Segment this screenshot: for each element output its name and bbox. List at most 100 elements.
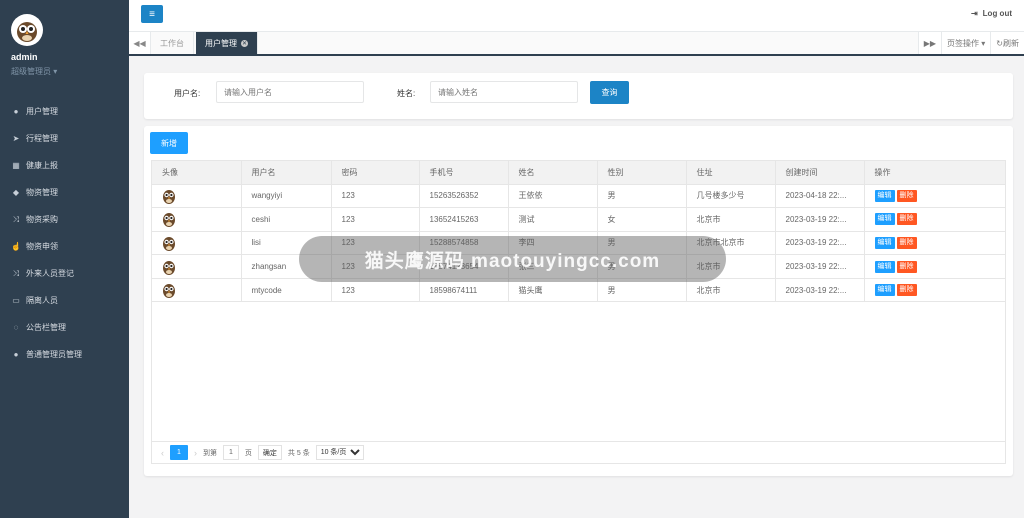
sidebar-item-notice[interactable]: ◌ 公告栏管理 xyxy=(0,314,129,341)
caret-down-icon: ▾ xyxy=(981,38,986,48)
logout-icon: ⇥ xyxy=(970,9,978,18)
close-icon[interactable]: ✕ xyxy=(241,39,248,47)
cell-password: 123 xyxy=(331,207,420,232)
delete-button[interactable]: 删除 xyxy=(896,213,917,226)
column-header: 性别 xyxy=(597,161,687,185)
tabs-scroll-left-button[interactable]: ◀◀ xyxy=(129,32,151,54)
sidebar-item-purchase[interactable]: ⤨ 物资采购 xyxy=(0,206,129,233)
current-page[interactable]: 1 xyxy=(170,445,188,460)
caret-down-icon: ▾ xyxy=(53,67,58,76)
tab-workbench[interactable]: 工作台 xyxy=(151,32,194,54)
sidebar-item-label: 行程管理 xyxy=(26,134,58,143)
refresh-button[interactable]: ↻ 刷新 xyxy=(990,32,1024,54)
edit-button[interactable]: 编辑 xyxy=(874,213,895,226)
sidebar-item-visitor[interactable]: ⤨ 外来人员登记 xyxy=(0,260,129,287)
page-size-select[interactable]: 10 条/页 xyxy=(315,445,364,460)
column-header: 姓名 xyxy=(508,161,598,185)
owl-avatar-icon xyxy=(163,189,175,204)
send-icon: ➤ xyxy=(12,134,20,143)
refresh-label: 刷新 xyxy=(1003,38,1019,48)
card-icon: ▭ xyxy=(12,296,20,305)
edit-button[interactable]: 编辑 xyxy=(874,189,895,202)
sidebar-item-label: 用户管理 xyxy=(26,107,58,116)
username-input[interactable] xyxy=(216,81,364,103)
top-header: ≡ ⇥ Log out xyxy=(129,0,1024,32)
tabs-scroll-right-button[interactable]: ▶▶ xyxy=(917,32,942,54)
logout-button[interactable]: ⇥ Log out xyxy=(971,9,1012,18)
sidebar-item-health[interactable]: ▦ 健康上报 xyxy=(0,152,129,179)
search-panel: 用户名: 姓名: 查询 xyxy=(144,73,1013,119)
sidebar-item-label: 公告栏管理 xyxy=(26,323,66,332)
avatar-cell xyxy=(152,207,242,232)
cell-created: 2023-04-18 22:... xyxy=(775,184,865,209)
sidebar-item-isolation[interactable]: ▭ 隔离人员 xyxy=(0,287,129,314)
sidebar-item-supplies[interactable]: ◆ 物资管理 xyxy=(0,179,129,206)
admin-role-label: 超级管理员 xyxy=(11,67,51,76)
column-header: 操作 xyxy=(864,161,1005,185)
admin-name: admin xyxy=(11,52,38,62)
edit-button[interactable]: 编辑 xyxy=(874,260,895,273)
admin-role-dropdown[interactable]: 超级管理员 ▾ xyxy=(11,66,129,77)
sidebar-item-label: 普通管理员管理 xyxy=(26,350,82,359)
chat-icon: ◌ xyxy=(13,323,19,332)
actions-cell: 编辑 删除 xyxy=(864,207,1005,232)
edit-button[interactable]: 编辑 xyxy=(874,236,895,249)
sidebar-item-label: 物资管理 xyxy=(26,188,58,197)
prev-page-button[interactable]: ‹ xyxy=(161,448,164,458)
sidebar-item-admins[interactable]: ● 普通管理员管理 xyxy=(0,341,129,368)
cell-address: 北京市 xyxy=(686,207,776,232)
table-row: wangyiyi 123 15263526352 王依依男几号楼多少号 2023-04-… xyxy=(152,184,1005,209)
actions-cell: 编辑 删除 xyxy=(864,184,1005,209)
avatar[interactable] xyxy=(11,14,43,46)
profile: admin 超级管理员 ▾ xyxy=(0,0,129,96)
user-icon: ● xyxy=(13,350,19,359)
sidebar-item-label: 隔离人员 xyxy=(26,296,58,305)
cell-username: mtycode xyxy=(241,278,332,303)
cell-created: 2023-03-19 22:... xyxy=(775,231,865,256)
watermark-overlay: 猫头鹰源码 maotouyingcc.com xyxy=(299,236,726,282)
menu-toggle-button[interactable]: ≡ xyxy=(141,5,163,23)
column-header: 住址 xyxy=(686,161,776,185)
cell-created: 2023-03-19 22:... xyxy=(775,254,865,279)
cell-gender: 男 xyxy=(597,184,687,209)
delete-button[interactable]: 删除 xyxy=(896,284,917,297)
user-table: 头像 用户名 密码 手机号 姓名 性别 住址 创建时间 操作 wangyiyi 1… xyxy=(151,160,1006,442)
column-header: 用户名 xyxy=(241,161,332,185)
delete-button[interactable]: 删除 xyxy=(896,236,917,249)
cell-name: 测试 xyxy=(508,207,598,232)
avatar-cell xyxy=(152,254,242,279)
avatar-cell xyxy=(152,184,242,209)
username-label: 用户名: xyxy=(174,89,201,98)
next-page-button[interactable]: › xyxy=(194,448,197,458)
refresh-icon: ↻ xyxy=(996,38,1003,48)
query-button[interactable]: 查询 xyxy=(590,81,629,104)
column-header: 头像 xyxy=(152,161,242,185)
cell-name: 王依依 xyxy=(508,184,598,209)
avatar-cell xyxy=(152,231,242,256)
actions-cell: 编辑 删除 xyxy=(864,278,1005,303)
owl-avatar-icon xyxy=(17,22,37,42)
cell-password: 123 xyxy=(331,184,420,209)
goto-confirm-button[interactable]: 确定 xyxy=(257,445,282,460)
tab-ops-dropdown[interactable]: 页签操作 ▾ xyxy=(941,32,991,54)
delete-button[interactable]: 删除 xyxy=(896,189,917,202)
delete-button[interactable]: 删除 xyxy=(896,260,917,273)
sidebar-item-apply[interactable]: ☝ 物资申领 xyxy=(0,233,129,260)
box-icon: ◆ xyxy=(12,188,20,197)
hamburger-icon: ≡ xyxy=(149,8,155,20)
sidebar-nav: ● 用户管理 ➤ 行程管理 ▦ 健康上报 ◆ 物资管理 ⤨ 物资采购 ☝ 物资申领 ⤨ 外来人… xyxy=(0,98,129,368)
goto-page-input[interactable]: 1 xyxy=(223,445,239,460)
name-input[interactable] xyxy=(430,81,578,103)
page-tabs: ◀◀ 工作台 用户管理 ✕ ▶▶ 页签操作 ▾ ↻ 刷新 xyxy=(129,32,1024,56)
add-button[interactable]: 新增 xyxy=(150,132,188,154)
column-header: 手机号 xyxy=(419,161,509,185)
sidebar-item-user[interactable]: ● 用户管理 xyxy=(0,98,129,125)
cell-gender: 女 xyxy=(597,207,687,232)
tab-user-management[interactable]: 用户管理 ✕ xyxy=(196,32,258,54)
sidebar-item-trip[interactable]: ➤ 行程管理 xyxy=(0,125,129,152)
shuffle-icon: ⤨ xyxy=(12,268,20,278)
edit-button[interactable]: 编辑 xyxy=(874,284,895,297)
owl-avatar-icon xyxy=(163,213,175,228)
total-count: 共 5 条 xyxy=(287,449,310,457)
tab-ops-label: 页签操作 xyxy=(947,38,980,48)
